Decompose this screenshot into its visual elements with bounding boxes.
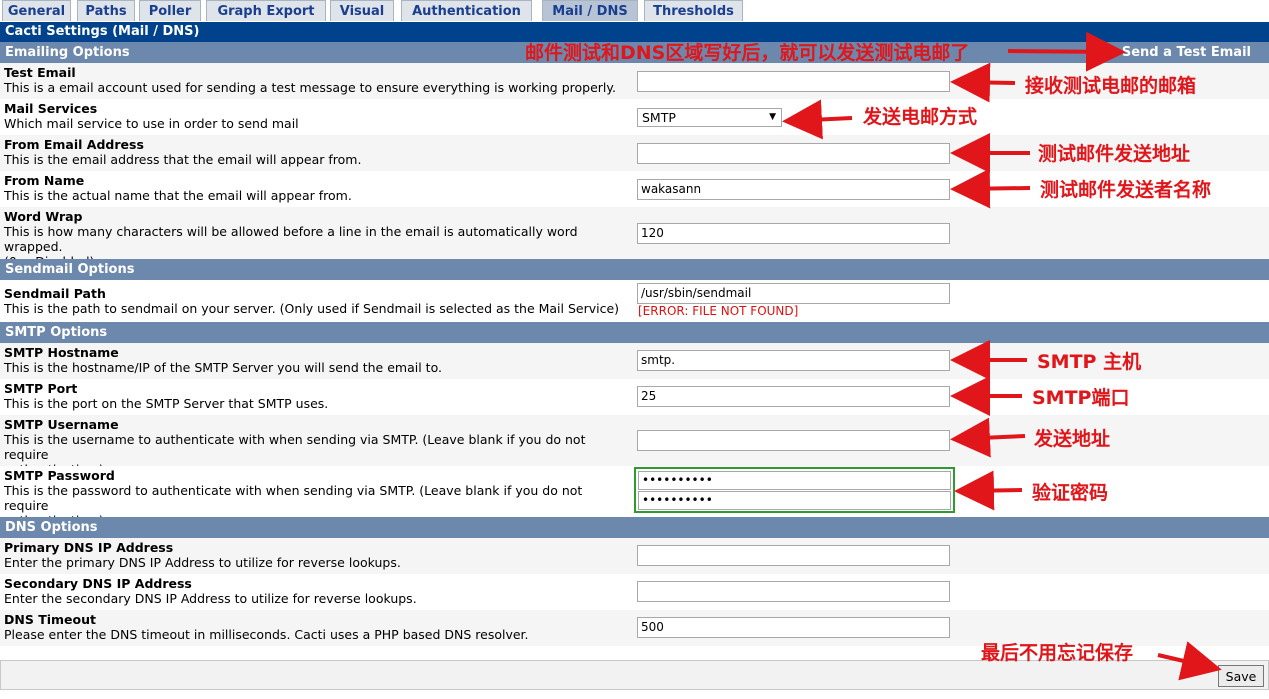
field-title: Word Wrap (4, 209, 83, 224)
from-name-input[interactable]: wakasann (637, 179, 950, 200)
annotation-smtp-pass: 验证密码 (1032, 482, 1109, 504)
field-title: SMTP Username (4, 417, 119, 432)
tab-mail-dns[interactable]: Mail / DNS (542, 0, 638, 21)
field-title: From Name (4, 173, 85, 188)
row-mail-services: Mail Services Which mail service to use … (0, 99, 1269, 135)
smtp-password-input[interactable]: •••••••••• (638, 471, 951, 490)
section-sendmail-options: Sendmail Options (0, 259, 1269, 280)
smtp-username-input[interactable] (637, 430, 950, 451)
field-description: Enter the primary DNS IP Address to util… (4, 555, 401, 570)
chevron-down-icon: ▼ (769, 112, 776, 122)
tab-paths[interactable]: Paths (77, 0, 135, 21)
field-description: This is the username to authenticate wit… (4, 432, 586, 462)
tab-thresholds[interactable]: Thresholds (644, 0, 743, 21)
primary-dns-input[interactable] (637, 545, 950, 566)
section-smtp-options: SMTP Options (0, 322, 1269, 343)
section-dns-options: DNS Options (0, 517, 1269, 538)
save-button[interactable]: Save (1218, 665, 1264, 687)
section-title: Sendmail Options (5, 262, 135, 277)
mail-services-select[interactable]: SMTP ▼ (637, 108, 782, 127)
row-primary-dns: Primary DNS IP Address Enter the primary… (0, 538, 1269, 574)
field-title: SMTP Password (4, 468, 115, 483)
tab-visual[interactable]: Visual (330, 0, 394, 21)
smtp-password-confirm-input[interactable]: •••••••••• (638, 491, 951, 510)
annotation-smtp-user: 发送地址 (1034, 428, 1111, 450)
field-description: This is the hostname/IP of the SMTP Serv… (4, 360, 442, 375)
field-description: This is the path to sendmail on your ser… (4, 301, 620, 316)
field-title: DNS Timeout (4, 612, 96, 627)
annotation-from-name: 测试邮件发送者名称 (1040, 179, 1212, 201)
row-word-wrap: Word Wrap This is how many characters wi… (0, 207, 1269, 269)
field-description: Please enter the DNS timeout in millisec… (4, 627, 529, 642)
sendmail-path-error: [ERROR: FILE NOT FOUND] (638, 304, 799, 318)
smtp-hostname-input[interactable]: smtp. (637, 350, 950, 371)
field-description: This is the actual name that the email w… (4, 188, 352, 203)
annotation-test-email: 接收测试电邮的邮箱 (1025, 75, 1197, 97)
tab-general[interactable]: General (2, 0, 71, 21)
tab-poller[interactable]: Poller (139, 0, 201, 21)
section-title: Emailing Options (5, 45, 130, 60)
row-secondary-dns: Secondary DNS IP Address Enter the secon… (0, 574, 1269, 610)
tab-authentication[interactable]: Authentication (401, 0, 532, 21)
annotation-save: 最后不用忘记保存 (981, 642, 1134, 664)
field-description: This is the password to authenticate wit… (4, 483, 583, 513)
field-title: From Email Address (4, 137, 144, 152)
test-email-input[interactable] (637, 71, 950, 92)
field-title: Mail Services (4, 101, 98, 116)
send-test-email-link[interactable]: Send a Test Email (1122, 42, 1251, 63)
field-description: Which mail service to use in order to se… (4, 116, 299, 131)
annotation-mail-services: 发送电邮方式 (863, 106, 978, 128)
field-description: This is a email account used for sending… (4, 80, 616, 95)
field-description: This is the port on the SMTP Server that… (4, 396, 329, 411)
sendmail-path-input[interactable]: /usr/sbin/sendmail (637, 283, 950, 304)
section-title: SMTP Options (5, 325, 108, 340)
settings-tabs: General Paths Poller Graph Export Visual… (0, 0, 1269, 22)
row-sendmail-path: Sendmail Path This is the path to sendma… (0, 280, 1269, 322)
dns-timeout-input[interactable]: 500 (637, 617, 950, 638)
field-title: Secondary DNS IP Address (4, 576, 192, 591)
secondary-dns-input[interactable] (637, 581, 950, 602)
field-description: This is how many characters will be allo… (4, 224, 578, 254)
annotation-smtp-port: SMTP端口 (1032, 387, 1130, 409)
annotation-send-test: 邮件测试和DNS区域写好后，就可以发送测试电邮了 (525, 42, 970, 64)
field-description: This is the email address that the email… (4, 152, 362, 167)
field-title: SMTP Port (4, 381, 78, 396)
select-value: SMTP (642, 110, 676, 125)
section-title: DNS Options (5, 520, 98, 535)
smtp-port-input[interactable]: 25 (637, 386, 950, 407)
word-wrap-input[interactable]: 120 (637, 223, 950, 244)
field-title: Primary DNS IP Address (4, 540, 174, 555)
field-title: Sendmail Path (4, 286, 106, 301)
field-description: Enter the secondary DNS IP Address to ut… (4, 591, 417, 606)
tab-graph-export[interactable]: Graph Export (206, 0, 326, 21)
from-email-input[interactable] (637, 143, 950, 164)
annotation-from-email: 测试邮件发送地址 (1038, 143, 1191, 165)
smtp-password-group: •••••••••• •••••••••• (634, 467, 955, 513)
field-title: SMTP Hostname (4, 345, 119, 360)
annotation-smtp-host: SMTP 主机 (1037, 351, 1142, 373)
field-title: Test Email (4, 65, 76, 80)
